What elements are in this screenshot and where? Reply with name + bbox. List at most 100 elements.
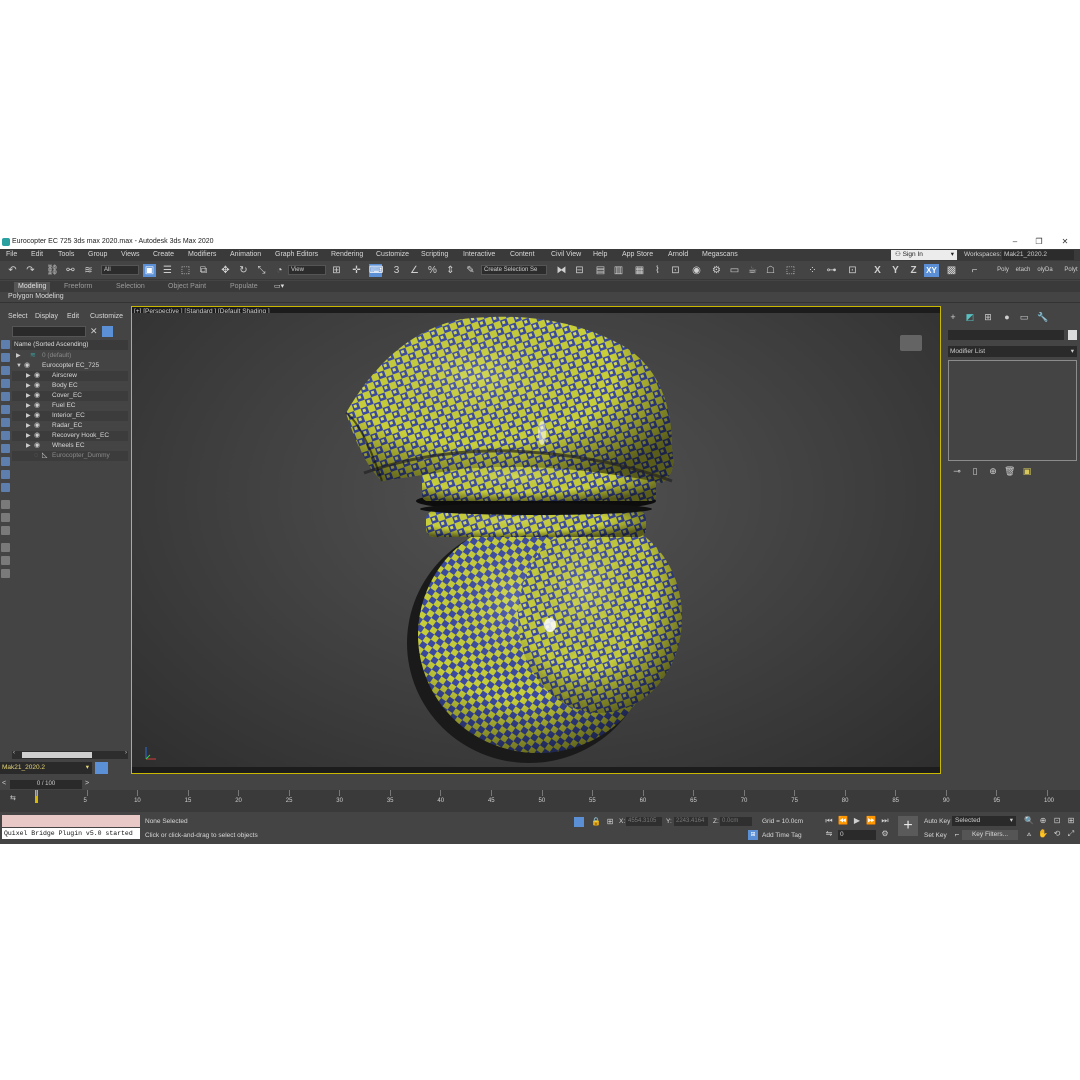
time-tag-icon[interactable]: ⊞ [748, 830, 758, 840]
helicopter-radar-model[interactable] [132, 313, 940, 767]
time-next-button[interactable]: > [85, 780, 89, 787]
sign-in-dropdown[interactable]: ⚇ Sign In ▾ [891, 250, 957, 260]
tab-selection[interactable]: Selection [116, 282, 145, 292]
selection-lock-icon[interactable]: 🔒 [591, 817, 601, 827]
hierarchy-tab-icon[interactable]: ⊞ [983, 312, 993, 322]
named-selection-set-dropdown[interactable]: Create Selection Se [481, 265, 547, 275]
scale-icon[interactable]: ⤡ [255, 264, 268, 277]
tree-row-interior[interactable]: ▶ ◉ Interior_EC [12, 411, 128, 421]
curve-editor-icon[interactable]: ⌇ [651, 264, 664, 277]
viewcube-icon[interactable] [900, 335, 922, 351]
expand-arrow-icon[interactable]: ▶ [26, 411, 31, 421]
maxscript-listener-input[interactable] [2, 815, 140, 827]
polygon-modeling-label[interactable]: Polygon Modeling [8, 293, 64, 300]
expand-arrow-icon[interactable]: ▶ [26, 431, 31, 441]
tree-row-fuel[interactable]: ▶ ◉ Fuel EC [12, 401, 128, 411]
eye-hidden-icon[interactable]: ◌ [34, 451, 38, 461]
eye-icon[interactable]: ◉ [34, 371, 40, 381]
bind-space-warp-icon[interactable]: ≋ [82, 264, 95, 277]
display-geometry-icon[interactable] [1, 353, 10, 362]
corner-tool-icon[interactable]: ⌐ [968, 264, 981, 277]
menu-animation[interactable]: Animation [230, 251, 261, 258]
edit-named-selection-icon[interactable]: ✎ [464, 264, 477, 277]
tab-object-paint[interactable]: Object Paint [168, 282, 206, 292]
percent-snap-icon[interactable]: % [426, 264, 439, 277]
display-cameras-icon[interactable] [1, 392, 10, 401]
modifier-stack[interactable] [948, 360, 1077, 461]
eye-icon[interactable]: ◉ [34, 441, 40, 451]
mini-curve-editor-icon[interactable]: ⇆ [10, 794, 16, 802]
eye-icon[interactable]: ◉ [34, 401, 40, 411]
perspective-viewport[interactable]: [+] [Perspective ] [Standard ] [Default … [131, 306, 941, 774]
display-lights-icon[interactable] [1, 379, 10, 388]
scrollbar-thumb[interactable] [22, 752, 92, 758]
workspaces-dropdown[interactable]: Mak21_2020.2 [1002, 250, 1074, 260]
pin-stack-icon[interactable]: ⊸ [952, 466, 962, 476]
undo-icon[interactable]: ↶ [6, 264, 19, 277]
tab-modeling[interactable]: Modeling [14, 282, 51, 292]
spinner-snap-icon[interactable]: ⇕ [444, 264, 457, 277]
menu-rendering[interactable]: Rendering [331, 251, 363, 258]
expand-arrow-icon[interactable]: ▶ [26, 421, 31, 431]
ribbon-options-icon[interactable]: ▭▾ [274, 282, 284, 292]
scene-search-input[interactable] [12, 326, 86, 337]
scroll-left-icon[interactable]: ‹ [13, 750, 15, 756]
expand-arrow-icon[interactable]: ▶ [16, 351, 21, 361]
display-helpers-icon[interactable] [1, 405, 10, 414]
configure-sets-icon[interactable]: ▣ [1022, 466, 1032, 476]
collapse-arrow-icon[interactable]: ▼ [16, 361, 22, 371]
close-button[interactable]: ✕ [1058, 236, 1072, 249]
select-objects-icon[interactable] [1, 340, 10, 349]
track-bar[interactable]: ⇆ 5 10 15 20 25 30 35 40 45 50 55 60 65 70 75 80 85 90 95 1… [0, 790, 1080, 812]
z-coord-field[interactable]: 0.0cm [720, 817, 752, 826]
field-of-view-icon[interactable]: ⟑ [1024, 829, 1034, 839]
menu-help[interactable]: Help [593, 251, 607, 258]
eye-icon[interactable]: ◉ [34, 411, 40, 421]
menu-app-store[interactable]: App Store [622, 251, 653, 258]
time-config-icon[interactable]: ⚙ [880, 829, 890, 839]
align-icon[interactable]: ⊟ [573, 264, 586, 277]
tree-row-body[interactable]: ▶ ◉ Body EC [12, 381, 128, 391]
display-tab-icon[interactable]: ▭ [1019, 312, 1029, 322]
previous-frame-icon[interactable]: ⏪ [838, 816, 848, 826]
pivot-center-icon[interactable]: ⊞ [330, 264, 343, 277]
time-slider[interactable]: < 0 / 100 > [0, 780, 1080, 790]
radar-sphere[interactable] [407, 517, 682, 763]
display-spacewarps-icon[interactable] [1, 418, 10, 427]
axis-y-button[interactable]: Y [889, 264, 902, 277]
menu-arnold[interactable]: Arnold [668, 251, 688, 258]
display-references-icon[interactable] [1, 526, 10, 535]
pan-icon[interactable]: ✋ [1038, 829, 1048, 839]
schematic-view-icon[interactable]: ⊡ [669, 264, 682, 277]
select-object-icon[interactable]: ▣ [143, 264, 156, 277]
eye-icon[interactable]: ◉ [34, 421, 40, 431]
mirror-icon[interactable]: ⧓ [555, 264, 568, 277]
tree-row-wheels[interactable]: ▶ ◉ Wheels EC [12, 441, 128, 451]
scene-horizontal-scrollbar[interactable]: ‹ › [12, 750, 128, 759]
scene-tab-display[interactable]: Display [35, 313, 58, 320]
angle-snap-icon[interactable]: ∠ [408, 264, 421, 277]
tree-row-default-layer[interactable]: ▶ ≋ 0 (default) [12, 351, 128, 361]
polytools-button[interactable]: Polyt [1062, 264, 1080, 277]
maximize-viewport-icon[interactable]: ⤢ [1066, 829, 1076, 839]
menu-graph-editors[interactable]: Graph Editors [275, 251, 318, 258]
set-keys-plus-icon[interactable]: + [898, 816, 918, 836]
viewport-canvas[interactable] [132, 313, 940, 767]
toggle-layer-explorer-icon[interactable]: ▥ [612, 264, 625, 277]
object-color-swatch[interactable] [1068, 330, 1077, 340]
tree-row-cover[interactable]: ▶ ◉ Cover_EC [12, 391, 128, 401]
tree-row-airscrew[interactable]: ▶ ◉ Airscrew [12, 371, 128, 381]
toggle-ribbon-icon[interactable]: ▦ [633, 264, 646, 277]
y-coord-field[interactable]: 2243.4164 [674, 817, 708, 826]
expand-arrow-icon[interactable]: ▶ [26, 441, 31, 451]
display-containers-icon[interactable] [1, 470, 10, 479]
tab-populate[interactable]: Populate [230, 282, 258, 292]
clear-search-icon[interactable]: ✕ [90, 326, 98, 337]
snap-face-icon[interactable]: ⊡ [846, 264, 859, 277]
eye-icon[interactable]: ◉ [34, 431, 40, 441]
menu-file[interactable]: File [6, 251, 17, 258]
snaps-toggle-icon[interactable]: 3 [390, 264, 403, 277]
expand-arrow-icon[interactable]: ▶ [26, 371, 31, 381]
menu-interactive[interactable]: Interactive [463, 251, 495, 258]
snap-vertex-icon[interactable]: ⁘ [806, 264, 819, 277]
